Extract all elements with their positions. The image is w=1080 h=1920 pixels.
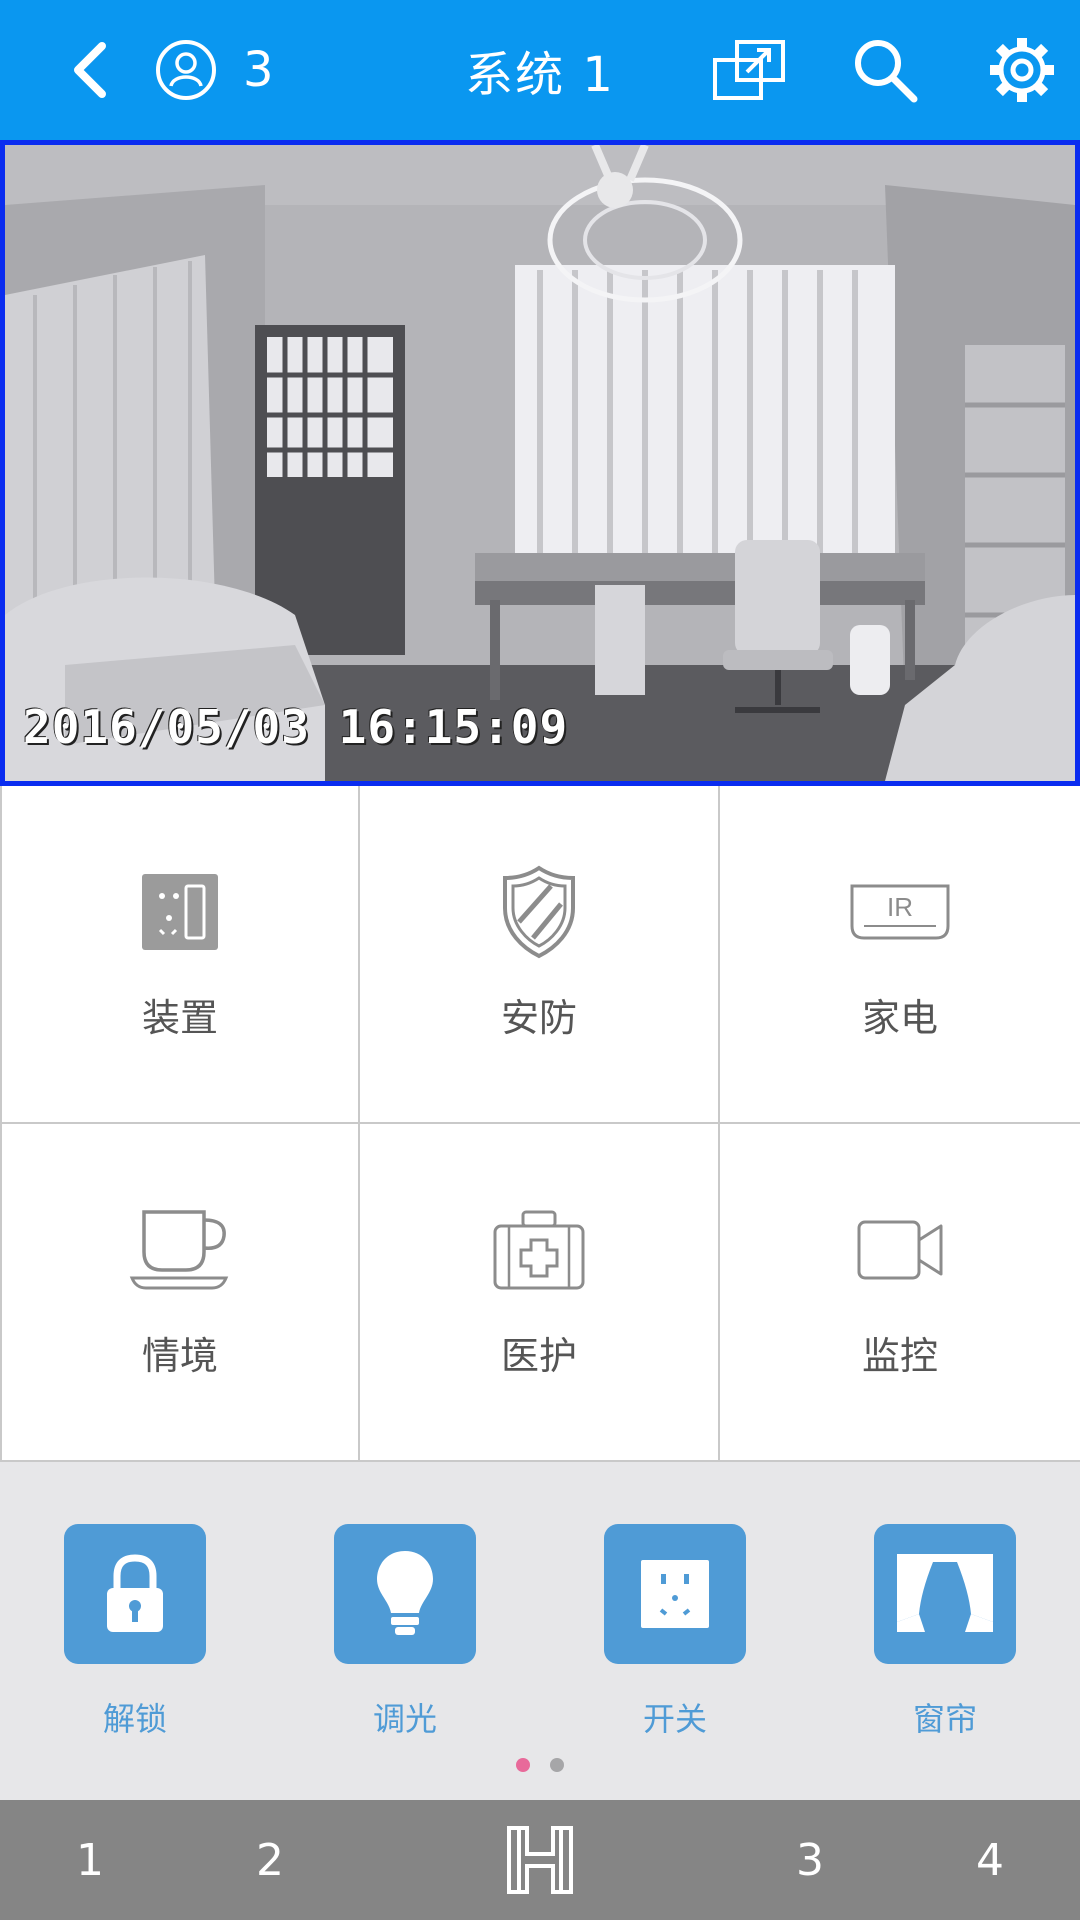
share-icon (713, 40, 785, 100)
category-label: 医护 (500, 1333, 577, 1378)
settings-button[interactable] (980, 28, 1064, 112)
camera-feed[interactable]: 2016/05/03 16:15:09 (0, 140, 1080, 786)
page-indicator (0, 1758, 1080, 1772)
gear-icon (990, 38, 1054, 102)
quick-unlock[interactable]: 解锁 (35, 1524, 235, 1740)
quick-label: 调光 (372, 1700, 437, 1738)
category-scene[interactable]: 情境 (0, 1124, 360, 1462)
category-device[interactable]: 装置 (0, 786, 360, 1124)
lock-icon (107, 1554, 163, 1632)
user-count-button[interactable]: 3 (155, 30, 345, 110)
back-icon (74, 42, 106, 98)
category-medical[interactable]: 医护 (360, 1124, 720, 1462)
category-label: 安防 (500, 995, 577, 1040)
page-dot-active[interactable] (516, 1758, 530, 1772)
bottom-tab-4[interactable]: 4 (940, 1800, 1040, 1920)
user-count: 3 (243, 42, 274, 98)
quick-switch[interactable]: 开关 (575, 1524, 775, 1740)
category-monitor[interactable]: 监控 (720, 1124, 1080, 1462)
cup-icon (129, 1209, 229, 1289)
category-label: 情境 (141, 1333, 218, 1378)
shield-icon (503, 865, 575, 958)
user-icon (156, 40, 216, 100)
category-appliance[interactable]: IR 家电 (720, 786, 1080, 1124)
switch-icon (641, 1560, 709, 1628)
camera-timestamp: 2016/05/03 16:15:09 (23, 700, 569, 754)
svg-text:IR: IR (887, 892, 913, 922)
home-h-icon (507, 1826, 573, 1894)
page-dot[interactable] (550, 1758, 564, 1772)
quick-curtain[interactable]: 窗帘 (845, 1524, 1045, 1740)
bulb-icon (377, 1551, 433, 1635)
category-label: 装置 (141, 995, 218, 1040)
device-icon (142, 873, 218, 950)
top-bar: 3 系统 1 (0, 0, 1080, 140)
curtain-icon (897, 1554, 993, 1632)
curtain-button[interactable] (874, 1524, 1016, 1664)
medical-kit-icon (493, 1210, 585, 1289)
dimmer-button[interactable] (334, 1524, 476, 1664)
category-security[interactable]: 安防 (360, 786, 720, 1124)
video-camera-icon (857, 1220, 943, 1279)
switch-button[interactable] (604, 1524, 746, 1664)
category-label: 监控 (861, 1333, 938, 1378)
bottom-bar: 1 2 3 4 (0, 1800, 1080, 1920)
quick-controls: 解锁 调光 开关 窗帘 (0, 1462, 1080, 1800)
unlock-button[interactable] (64, 1524, 206, 1664)
category-label: 家电 (861, 995, 938, 1040)
share-button[interactable] (705, 28, 795, 112)
camera-scene (5, 145, 1075, 781)
quick-label: 开关 (642, 1700, 707, 1738)
home-button[interactable] (490, 1800, 590, 1920)
bottom-tab-2[interactable]: 2 (220, 1800, 320, 1920)
quick-dimmer[interactable]: 调光 (305, 1524, 505, 1740)
search-button[interactable] (845, 28, 925, 112)
quick-label: 解锁 (102, 1700, 167, 1738)
ir-remote-icon: IR (850, 884, 950, 939)
bottom-tab-1[interactable]: 1 (40, 1800, 140, 1920)
quick-label: 窗帘 (912, 1700, 977, 1738)
search-icon (855, 40, 918, 103)
back-button[interactable] (50, 30, 130, 110)
page-title: 系统 1 (465, 47, 615, 103)
category-grid: 装置 安防 IR 家电 情境 医护 监控 (0, 786, 1080, 1462)
bottom-tab-3[interactable]: 3 (760, 1800, 860, 1920)
